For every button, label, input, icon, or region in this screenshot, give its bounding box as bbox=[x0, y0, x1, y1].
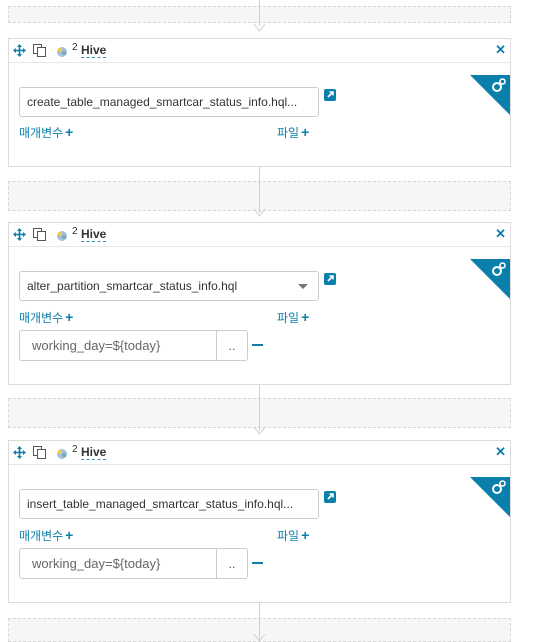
move-icon[interactable] bbox=[13, 44, 26, 57]
remove-parameter-icon[interactable] bbox=[252, 344, 263, 346]
connector-line bbox=[259, 385, 260, 431]
file-label: 파일 bbox=[277, 126, 300, 140]
parameter-value: working_day=${today} bbox=[32, 556, 161, 571]
connector-arrow-icon bbox=[254, 24, 265, 32]
close-icon[interactable]: ✕ bbox=[495, 42, 506, 58]
connector-arrow-icon bbox=[254, 427, 265, 435]
hive-icon bbox=[57, 449, 67, 459]
add-file-button[interactable]: 파일 + bbox=[277, 310, 309, 325]
node-type-label[interactable]: Hive bbox=[81, 227, 107, 242]
parameter-input[interactable]: working_day=${today} bbox=[19, 548, 217, 579]
script-file-value: alter_partition_smartcar_status_info.hql bbox=[27, 279, 238, 293]
node-badge: 2 bbox=[72, 42, 78, 53]
node-header: 2 Hive ✕ bbox=[9, 39, 510, 63]
plus-icon: + bbox=[65, 124, 74, 140]
connector-line bbox=[259, 0, 260, 26]
script-file-select[interactable]: alter_partition_smartcar_status_info.hql bbox=[19, 271, 319, 301]
param-label: 매개변수 bbox=[19, 529, 64, 543]
node-header: 2 Hive ✕ bbox=[9, 441, 510, 465]
copy-icon[interactable] bbox=[33, 228, 46, 241]
hive-icon bbox=[57, 47, 67, 57]
browse-label: .. bbox=[228, 339, 236, 353]
connector-arrow-icon bbox=[254, 634, 265, 642]
gears-icon[interactable] bbox=[491, 77, 507, 93]
browse-button[interactable]: .. bbox=[216, 330, 248, 361]
file-label: 파일 bbox=[277, 311, 300, 325]
node-header: 2 Hive ✕ bbox=[9, 223, 510, 247]
parameter-input[interactable]: working_day=${today} bbox=[19, 330, 217, 361]
plus-icon: + bbox=[65, 309, 74, 325]
file-label: 파일 bbox=[277, 529, 300, 543]
add-file-button[interactable]: 파일 + bbox=[277, 528, 309, 543]
param-label: 매개변수 bbox=[19, 311, 64, 325]
node-badge: 2 bbox=[72, 444, 78, 455]
browse-label: .. bbox=[228, 557, 236, 571]
node-badge: 2 bbox=[72, 226, 78, 237]
chevron-down-icon bbox=[298, 284, 308, 289]
close-icon[interactable]: ✕ bbox=[495, 226, 506, 242]
browse-button[interactable]: .. bbox=[216, 548, 248, 579]
plus-icon: + bbox=[65, 527, 74, 543]
add-parameter-button[interactable]: 매개변수 + bbox=[19, 310, 73, 325]
copy-icon[interactable] bbox=[33, 446, 46, 459]
add-parameter-button[interactable]: 매개변수 + bbox=[19, 125, 73, 140]
gears-icon[interactable] bbox=[491, 479, 507, 495]
external-link-icon[interactable] bbox=[324, 491, 336, 503]
hive-icon bbox=[57, 231, 67, 241]
hive-action-node-3[interactable]: 2 Hive ✕ insert_table_managed_smartcar_s… bbox=[8, 440, 511, 603]
script-file-select[interactable]: insert_table_managed_smartcar_status_inf… bbox=[19, 489, 319, 519]
gears-icon[interactable] bbox=[491, 261, 507, 277]
connector-line bbox=[259, 167, 260, 213]
parameter-value: working_day=${today} bbox=[32, 338, 161, 353]
move-icon[interactable] bbox=[13, 446, 26, 459]
plus-icon: + bbox=[301, 527, 310, 543]
add-parameter-button[interactable]: 매개변수 + bbox=[19, 528, 73, 543]
connector-arrow-icon bbox=[254, 209, 265, 217]
remove-parameter-icon[interactable] bbox=[252, 562, 263, 564]
hive-action-node-1[interactable]: 2 Hive ✕ create_table_managed_smartcar_s… bbox=[8, 38, 511, 167]
move-icon[interactable] bbox=[13, 228, 26, 241]
script-file-value: insert_table_managed_smartcar_status_inf… bbox=[27, 497, 294, 511]
node-type-label[interactable]: Hive bbox=[81, 445, 107, 460]
add-file-button[interactable]: 파일 + bbox=[277, 125, 309, 140]
plus-icon: + bbox=[301, 309, 310, 325]
external-link-icon[interactable] bbox=[324, 89, 336, 101]
node-type-label[interactable]: Hive bbox=[81, 43, 107, 58]
external-link-icon[interactable] bbox=[324, 273, 336, 285]
script-file-value: create_table_managed_smartcar_status_inf… bbox=[27, 95, 298, 109]
param-label: 매개변수 bbox=[19, 126, 64, 140]
plus-icon: + bbox=[301, 124, 310, 140]
copy-icon[interactable] bbox=[33, 44, 46, 57]
close-icon[interactable]: ✕ bbox=[495, 444, 506, 460]
script-file-select[interactable]: create_table_managed_smartcar_status_inf… bbox=[19, 87, 319, 117]
hive-action-node-2[interactable]: 2 Hive ✕ alter_partition_smartcar_status… bbox=[8, 222, 511, 385]
